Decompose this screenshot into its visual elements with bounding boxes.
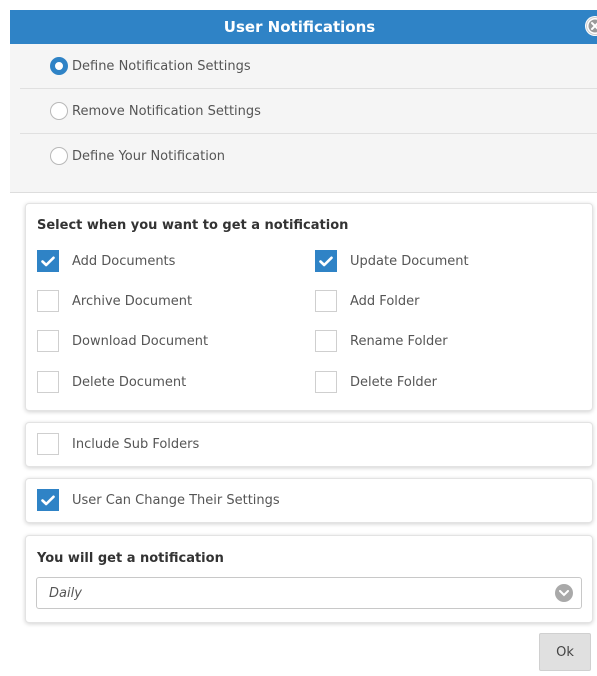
check-icon bbox=[41, 256, 55, 266]
event-label: Add Folder bbox=[350, 293, 420, 309]
events-panel-heading: Select when you want to get a notificati… bbox=[37, 218, 349, 233]
include-subfolders-option[interactable]: Include Sub Folders bbox=[37, 433, 199, 455]
mode-radio-define-your-notification[interactable] bbox=[50, 147, 68, 165]
mode-option-label: Define Notification Settings bbox=[72, 58, 251, 74]
mode-option-label: Define Your Notification bbox=[72, 148, 226, 164]
mode-option-define-settings[interactable]: Define Notification Settings bbox=[20, 44, 597, 89]
event-checkbox[interactable] bbox=[37, 371, 59, 393]
mode-radio-define-settings[interactable] bbox=[50, 57, 68, 75]
check-icon bbox=[319, 256, 333, 266]
mode-option-label: Remove Notification Settings bbox=[72, 103, 261, 119]
user-can-change-option[interactable]: User Can Change Their Settings bbox=[37, 489, 280, 511]
event-rename-folder[interactable]: Rename Folder bbox=[315, 330, 448, 352]
event-checkbox[interactable] bbox=[315, 250, 337, 272]
close-button[interactable] bbox=[585, 16, 597, 36]
event-label: Update Document bbox=[350, 253, 469, 269]
event-archive-document[interactable]: Archive Document bbox=[37, 290, 192, 312]
event-checkbox[interactable] bbox=[37, 290, 59, 312]
frequency-panel: You will get a notification Daily bbox=[25, 535, 593, 623]
event-checkbox[interactable] bbox=[37, 330, 59, 352]
include-subfolders-panel: Include Sub Folders bbox=[25, 422, 593, 467]
mode-option-define-your-notification[interactable]: Define Your Notification bbox=[20, 134, 597, 178]
close-icon bbox=[586, 17, 597, 35]
mode-option-remove-settings[interactable]: Remove Notification Settings bbox=[20, 89, 597, 134]
event-label: Archive Document bbox=[72, 293, 193, 309]
event-checkbox[interactable] bbox=[315, 290, 337, 312]
ok-button[interactable]: Ok bbox=[539, 633, 591, 671]
event-delete-folder[interactable]: Delete Folder bbox=[315, 371, 437, 393]
notification-mode-group: Define Notification Settings Remove Noti… bbox=[10, 44, 597, 193]
user-can-change-panel: User Can Change Their Settings bbox=[25, 478, 593, 523]
mode-radio-remove-settings[interactable] bbox=[50, 102, 68, 120]
event-label: Delete Document bbox=[72, 374, 187, 390]
event-label: Add Documents bbox=[72, 253, 176, 269]
event-label: Delete Folder bbox=[350, 374, 438, 390]
user-can-change-checkbox[interactable] bbox=[37, 489, 59, 511]
event-download-document[interactable]: Download Document bbox=[37, 330, 208, 352]
event-add-folder[interactable]: Add Folder bbox=[315, 290, 419, 312]
event-checkbox[interactable] bbox=[315, 330, 337, 352]
include-subfolders-checkbox[interactable] bbox=[37, 433, 59, 455]
user-notifications-dialog: User Notifications Define Notification S… bbox=[0, 0, 597, 676]
chevron-down-icon[interactable] bbox=[555, 584, 573, 602]
event-add-documents[interactable]: Add Documents bbox=[37, 250, 175, 272]
notification-events-panel: Select when you want to get a notificati… bbox=[25, 203, 593, 411]
event-checkbox[interactable] bbox=[315, 371, 337, 393]
check-icon bbox=[41, 495, 55, 505]
frequency-selected-value: Daily bbox=[49, 585, 82, 601]
frequency-heading: You will get a notification bbox=[37, 551, 224, 566]
event-label: Download Document bbox=[72, 333, 209, 349]
event-delete-document[interactable]: Delete Document bbox=[37, 371, 186, 393]
title-bar: User Notifications bbox=[10, 10, 597, 44]
event-label: Rename Folder bbox=[350, 333, 448, 349]
include-subfolders-label: Include Sub Folders bbox=[72, 436, 200, 452]
dialog-title: User Notifications bbox=[223, 18, 376, 36]
event-checkbox[interactable] bbox=[37, 250, 59, 272]
event-update-document[interactable]: Update Document bbox=[315, 250, 469, 272]
frequency-select[interactable]: Daily bbox=[36, 577, 582, 609]
user-can-change-label: User Can Change Their Settings bbox=[72, 492, 280, 508]
